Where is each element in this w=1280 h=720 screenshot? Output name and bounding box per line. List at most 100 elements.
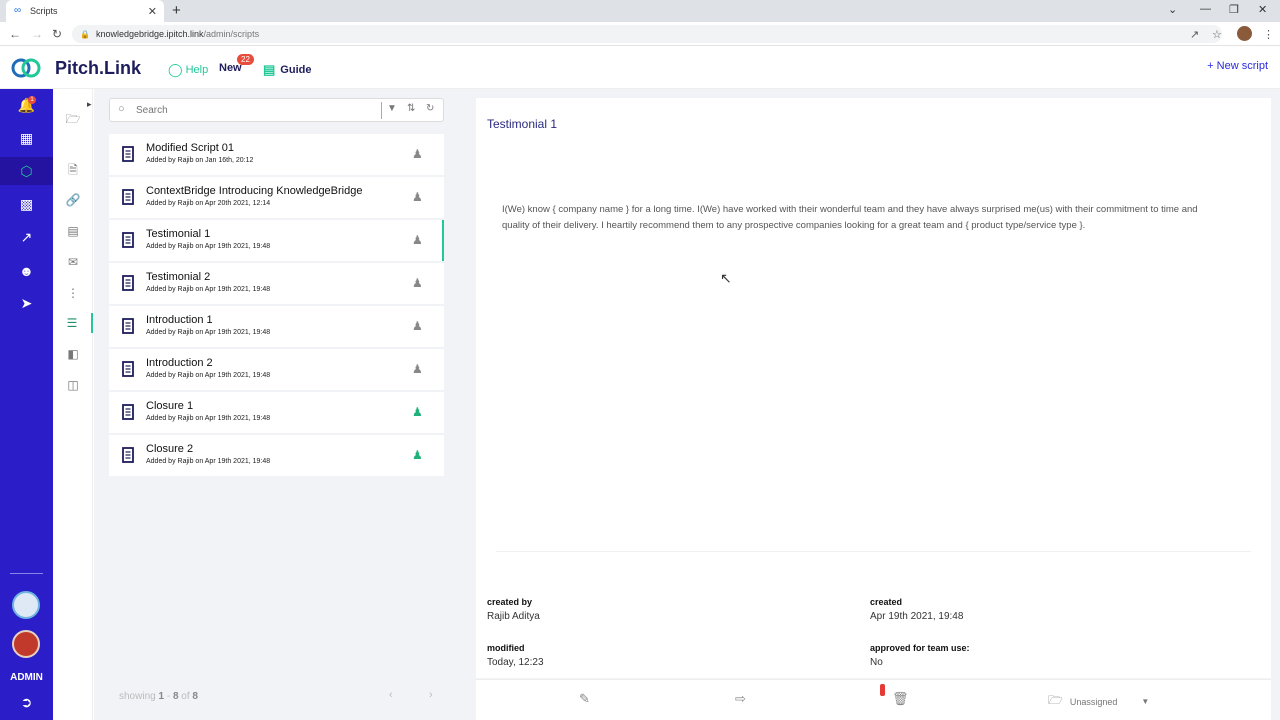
- script-doc-icon: [122, 318, 134, 334]
- assign-user-icon[interactable]: ♟: [412, 147, 423, 161]
- assign-user-icon[interactable]: ♟: [412, 319, 423, 333]
- assign-user-icon[interactable]: ♟: [412, 233, 423, 247]
- browser-tabbar: ∞ Scripts ✕ + ⌄ — ❐ ✕: [0, 0, 1280, 22]
- move-icon[interactable]: ⇨: [735, 691, 746, 707]
- script-row[interactable]: ContextBridge Introducing KnowledgeBridg…: [109, 177, 444, 218]
- folder-icon[interactable]: 🗁: [53, 109, 93, 129]
- url-host: knowledgebridge.ipitch.link: [95, 29, 204, 39]
- script-detail-panel: Testimonial 1 I(We) know { company name …: [459, 89, 1280, 720]
- assign-user-icon[interactable]: ♟: [412, 190, 423, 204]
- team-icon: ☻: [19, 263, 34, 279]
- showing-word: showing: [119, 691, 156, 702]
- share-icon[interactable]: ↗: [1190, 28, 1199, 41]
- script-row[interactable]: Modified Script 01 Added by Rajib on Jan…: [109, 134, 444, 175]
- script-row[interactable]: Closure 1 Added by Rajib on Apr 19th 202…: [109, 392, 444, 433]
- assign-user-icon[interactable]: ♟: [412, 362, 423, 376]
- bookmark-star-icon[interactable]: ☆: [1212, 28, 1222, 41]
- content-button[interactable]: ⬡: [0, 157, 53, 185]
- dashboard-icon: ▦: [19, 129, 34, 146]
- reload-icon[interactable]: ↻: [52, 27, 62, 41]
- close-tab-icon[interactable]: ✕: [148, 5, 157, 18]
- notifications-button[interactable]: 🔔 1: [0, 91, 53, 119]
- script-added-info: Added by Rajib on Apr 19th 2021, 19:48: [146, 415, 271, 422]
- clipboard-icon[interactable]: ◫: [53, 375, 93, 395]
- script-row[interactable]: Testimonial 2 Added by Rajib on Apr 19th…: [109, 263, 444, 304]
- delete-trash-icon[interactable]: 🗑: [892, 691, 909, 707]
- refresh-icon[interactable]: ↻: [426, 103, 434, 114]
- browser-menu-icon[interactable]: ⋮: [1263, 28, 1274, 41]
- document-icon[interactable]: ▤: [53, 221, 93, 241]
- chart-icon: ↗: [20, 228, 33, 245]
- file-icon[interactable]: 🗎: [53, 160, 93, 180]
- user-avatar[interactable]: [12, 630, 40, 658]
- showing-dash: -: [166, 691, 171, 702]
- window-close-icon[interactable]: ✕: [1258, 3, 1267, 16]
- admin-label: ADMIN: [10, 672, 43, 683]
- mail-icon[interactable]: ✉: [53, 252, 93, 272]
- script-title: Testimonial 1: [146, 228, 211, 240]
- arrow-circle-icon: ➤: [20, 294, 33, 311]
- script-row[interactable]: Introduction 2 Added by Rajib on Apr 19t…: [109, 349, 444, 390]
- new-count-badge: 22: [237, 54, 254, 65]
- script-list-panel: ○ ▼ ⇅ ↻ Modified Script 01 Added by Raji…: [94, 89, 459, 720]
- lock-icon: 🔒: [80, 29, 90, 39]
- forward-icon[interactable]: →: [31, 27, 43, 41]
- new-script-button[interactable]: + New script: [1207, 60, 1268, 72]
- search-icon: ○: [118, 103, 125, 115]
- edit-pencil-icon[interactable]: ✎: [579, 691, 590, 707]
- script-body-text: I(We) know { company name } for a long t…: [502, 204, 1198, 231]
- minimize-icon[interactable]: —: [1200, 3, 1211, 15]
- approved-user-icon[interactable]: ♟: [412, 448, 423, 462]
- folder-select-value: Unassigned: [1069, 696, 1118, 707]
- dashboard-button[interactable]: ▦: [0, 124, 53, 152]
- company-avatar[interactable]: [12, 591, 40, 619]
- prev-page-icon[interactable]: ‹: [389, 689, 393, 701]
- flow-icon[interactable]: ⋮: [53, 283, 93, 303]
- tab-search-icon[interactable]: ⌄: [1168, 3, 1177, 16]
- script-icon[interactable]: ☰: [53, 313, 93, 333]
- new-tab-icon[interactable]: +: [172, 2, 181, 19]
- script-doc-icon: [122, 275, 134, 291]
- mouse-cursor-icon: ↖: [720, 270, 732, 286]
- help-link[interactable]: ◯ Help: [168, 62, 208, 78]
- logo-text[interactable]: Pitch.Link: [55, 58, 141, 79]
- script-doc-icon: [122, 404, 134, 420]
- url-path: /admin/scripts: [203, 29, 260, 39]
- folder-select[interactable]: 🗁 Unassigned ▼: [1048, 691, 1149, 712]
- logout-button[interactable]: ➲: [0, 688, 53, 716]
- script-doc-icon: [122, 447, 134, 463]
- pagination-summary: showing 1 - 8 of 8: [119, 691, 198, 702]
- script-title: Closure 1: [146, 400, 194, 412]
- detail-divider: [496, 551, 1251, 552]
- logout-icon: ➲: [20, 693, 33, 710]
- next-page-icon[interactable]: ›: [429, 689, 433, 701]
- filter-icon[interactable]: ▼: [387, 103, 397, 114]
- comment-icon[interactable]: ◧: [53, 344, 93, 364]
- assign-user-icon[interactable]: ♟: [412, 276, 423, 290]
- analytics-button[interactable]: ↗: [0, 223, 53, 251]
- search-input[interactable]: [136, 103, 376, 117]
- script-row[interactable]: Introduction 1 Added by Rajib on Apr 19t…: [109, 306, 444, 347]
- showing-total: 8: [192, 691, 198, 702]
- presentations-button[interactable]: ▩: [0, 190, 53, 218]
- script-row-selected[interactable]: Testimonial 1 Added by Rajib on Apr 19th…: [109, 220, 444, 261]
- script-title: Testimonial 2: [146, 271, 211, 283]
- sort-icon[interactable]: ⇅: [407, 103, 415, 114]
- sidebar-divider: [10, 573, 43, 574]
- team-button[interactable]: ☻: [0, 257, 53, 285]
- more-button[interactable]: ➤: [0, 289, 53, 317]
- guide-link[interactable]: ▤ Guide: [263, 62, 311, 78]
- script-added-info: Added by Rajib on Apr 20th 2021, 12:14: [146, 200, 271, 207]
- script-row[interactable]: Closure 2 Added by Rajib on Apr 19th 202…: [109, 435, 444, 476]
- url-field[interactable]: 🔒 knowledgebridge.ipitch.link /admin/scr…: [72, 25, 1222, 43]
- link-icon[interactable]: 🔗: [53, 190, 93, 210]
- script-title: Modified Script 01: [146, 142, 235, 154]
- script-detail-card: Testimonial 1 I(We) know { company name …: [476, 98, 1271, 678]
- browser-profile-avatar[interactable]: [1237, 26, 1252, 41]
- modified-label: modified: [487, 643, 525, 653]
- browser-tab[interactable]: ∞ Scripts ✕: [6, 0, 164, 22]
- back-icon[interactable]: ←: [9, 27, 21, 41]
- showing-from: 1: [158, 691, 165, 702]
- restore-icon[interactable]: ❐: [1229, 3, 1239, 16]
- approved-user-icon[interactable]: ♟: [412, 405, 423, 419]
